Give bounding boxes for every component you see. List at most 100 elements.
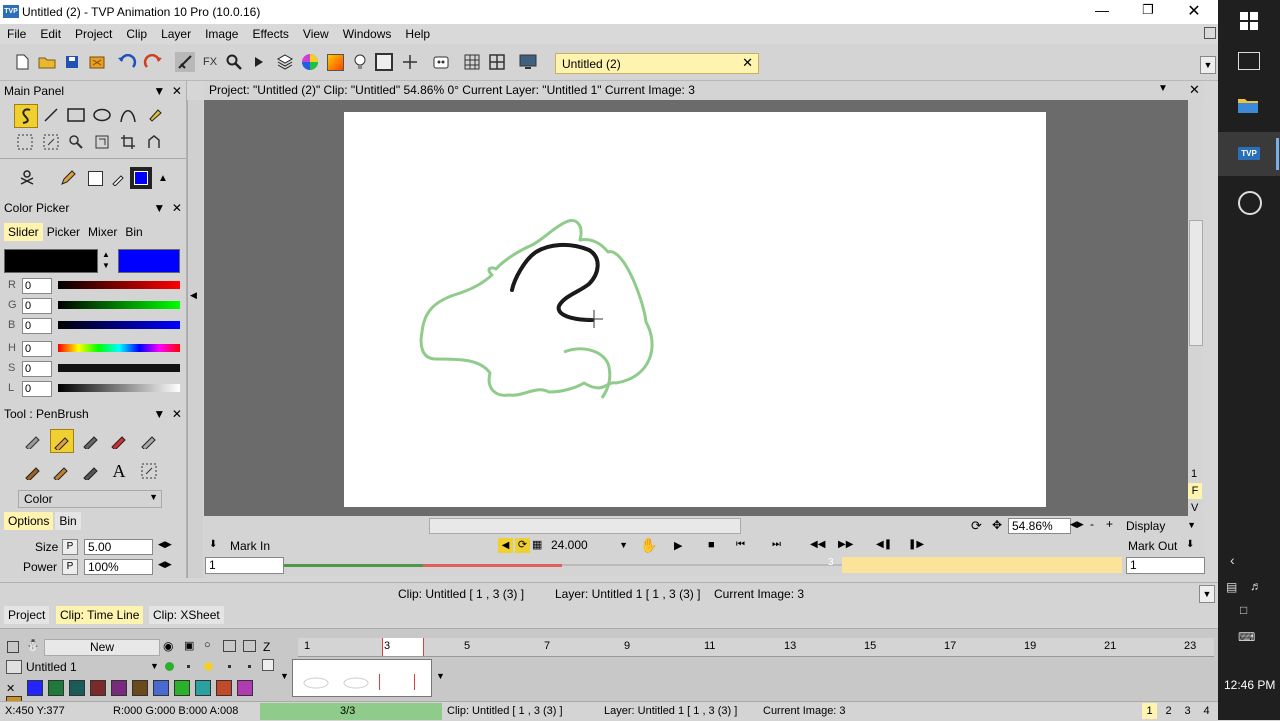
power-input[interactable]: 100% — [84, 559, 153, 575]
secondary-color-swatch[interactable] — [118, 249, 180, 273]
layer-name[interactable]: Untitled 1 — [26, 660, 77, 674]
slider-b[interactable]: B0 — [4, 318, 182, 334]
new-layer-button[interactable]: New — [44, 639, 160, 656]
size-p-button[interactable]: P — [62, 539, 78, 555]
vscroll-thumb[interactable] — [1189, 220, 1203, 346]
export-icon[interactable] — [87, 52, 107, 72]
tvp-app-icon[interactable]: TVP — [1218, 132, 1280, 176]
gradient-icon[interactable] — [325, 52, 345, 72]
page-button-1[interactable]: 1 — [1142, 703, 1157, 719]
slider-r[interactable]: R0 — [4, 278, 182, 294]
zoom-in-icon[interactable]: + — [1106, 517, 1113, 531]
menu-help[interactable]: Help — [398, 24, 437, 44]
drawing-canvas[interactable] — [344, 112, 1046, 507]
slider-g-value[interactable]: 0 — [22, 298, 52, 314]
file-explorer-icon[interactable] — [1237, 96, 1259, 114]
layer-view-icon[interactable]: ⛄ — [26, 639, 40, 652]
restore-button[interactable]: ❐ — [1138, 2, 1158, 22]
range-highlight[interactable] — [842, 557, 1122, 573]
slider-s-value[interactable]: 0 — [22, 361, 52, 377]
slider-h-bar[interactable] — [58, 344, 180, 352]
play-button[interactable]: ▶ — [674, 539, 682, 552]
fill-tool-icon[interactable] — [143, 104, 165, 126]
layer-color-swatch[interactable] — [111, 680, 128, 696]
brush-preset-1-icon[interactable] — [22, 429, 44, 451]
light-icon[interactable]: ○ — [204, 639, 211, 651]
ellipse-tool-icon[interactable] — [91, 104, 113, 126]
tab-clip-xsheet[interactable]: Clip: XSheet — [149, 606, 224, 624]
size-input[interactable]: 5.00 — [84, 539, 153, 555]
layer-color-swatch[interactable] — [195, 680, 212, 696]
tab-picker[interactable]: Picker — [43, 223, 84, 241]
tab-project[interactable]: Project — [4, 606, 50, 624]
layer-light-dot-icon[interactable] — [204, 662, 213, 671]
layer-color-swatch[interactable] — [216, 680, 233, 696]
slider-r-value[interactable]: 0 — [22, 278, 52, 294]
first-frame-button[interactable]: ⏮ — [736, 539, 745, 550]
close-tab-icon[interactable]: ✕ — [742, 55, 753, 71]
hscroll-thumb[interactable] — [429, 518, 741, 534]
layer-color-swatch[interactable] — [27, 680, 44, 696]
bone-tool-icon[interactable] — [16, 167, 38, 189]
brush-preset-5-icon[interactable] — [138, 429, 160, 451]
layer-color-swatch[interactable] — [237, 680, 254, 696]
menu-view[interactable]: View — [296, 24, 336, 44]
mark-out-label[interactable]: Mark Out — [1128, 539, 1177, 553]
size-stepper-icon[interactable]: ◀▶ — [158, 539, 172, 550]
brush-preset-3-icon[interactable] — [80, 429, 102, 451]
slider-l[interactable]: L0 — [4, 381, 182, 397]
tab-mixer[interactable]: Mixer — [84, 223, 121, 241]
step-back-button[interactable]: ◀❚ — [876, 539, 892, 550]
clip-info-dropdown-icon[interactable]: ▼ — [1199, 585, 1215, 603]
keyboard-icon[interactable]: ⌨ — [1238, 630, 1255, 644]
hand-pan-icon[interactable]: ✋ — [640, 537, 657, 554]
side-collapse-strip[interactable]: ◀ — [187, 100, 203, 578]
layer-color-swatch[interactable] — [48, 680, 65, 696]
zoom-tool-icon[interactable] — [65, 131, 87, 153]
zoom-input[interactable]: 54.86% — [1008, 518, 1071, 534]
range-bar-left[interactable] — [284, 564, 562, 567]
track-arrow-icon[interactable]: ▼ — [280, 671, 289, 681]
fps-select[interactable]: 24.000 ▼ — [548, 538, 630, 553]
in-frame-input[interactable]: 1 — [205, 557, 284, 574]
mark-in-arrow-icon[interactable]: ⬇ — [209, 539, 217, 550]
frame-thumb-3[interactable] — [379, 674, 415, 690]
layer-color-swatch[interactable] — [132, 680, 149, 696]
rectangle-tool-icon[interactable] — [65, 104, 87, 126]
collapse-arrow-icon[interactable]: ◀ — [190, 290, 197, 301]
crop-tool-icon[interactable] — [117, 131, 139, 153]
sound-toggle-icon[interactable]: ◀ — [498, 538, 513, 553]
selection-brush-icon[interactable] — [138, 460, 160, 482]
timeline-ruler[interactable]: 1 3 5 7 9 11 13 15 17 19 21 23 — [298, 638, 1214, 657]
undo-icon[interactable] — [117, 52, 137, 72]
brush-preset-4-icon[interactable] — [108, 429, 130, 451]
color-swap-icon[interactable]: ▲ — [152, 167, 174, 189]
minimize-button[interactable]: — — [1092, 2, 1112, 22]
new-file-icon[interactable] — [12, 52, 32, 72]
viewport-close-icon[interactable]: ✕ — [1189, 82, 1200, 98]
lasso-freehand-icon[interactable] — [14, 104, 38, 128]
menu-project[interactable]: Project — [68, 24, 119, 44]
doc-tab[interactable]: Untitled (2) ✕ — [555, 53, 759, 74]
camera-icon[interactable] — [243, 640, 256, 652]
save-icon[interactable] — [62, 52, 82, 72]
zoom-icon[interactable] — [224, 52, 244, 72]
split-view-icon[interactable] — [487, 52, 507, 72]
loop-toggle-icon[interactable]: ⟳ — [515, 538, 530, 553]
grid-icon[interactable] — [462, 52, 482, 72]
slider-s-bar[interactable] — [58, 364, 180, 372]
line-tool-icon[interactable] — [40, 104, 62, 126]
out-frame-input[interactable]: 1 — [1126, 557, 1205, 574]
menu-layer[interactable]: Layer — [154, 24, 198, 44]
tab-clip-timeline[interactable]: Clip: Time Line — [56, 606, 144, 624]
task-view-icon[interactable] — [1238, 52, 1260, 70]
brush-preset-8-icon[interactable] — [80, 460, 102, 482]
last-frame-button[interactable]: ⏭ — [772, 539, 781, 550]
brush-preset-6-icon[interactable] — [22, 460, 44, 482]
layer-thumb-dot-icon[interactable] — [228, 665, 231, 668]
slider-g-bar[interactable] — [58, 301, 180, 309]
tab-bin[interactable]: Bin — [55, 512, 81, 530]
volume-icon[interactable]: ♬ — [1250, 579, 1262, 593]
obs-app-icon[interactable] — [1238, 191, 1262, 215]
clock-time[interactable]: 12:46 PM — [1224, 678, 1275, 692]
